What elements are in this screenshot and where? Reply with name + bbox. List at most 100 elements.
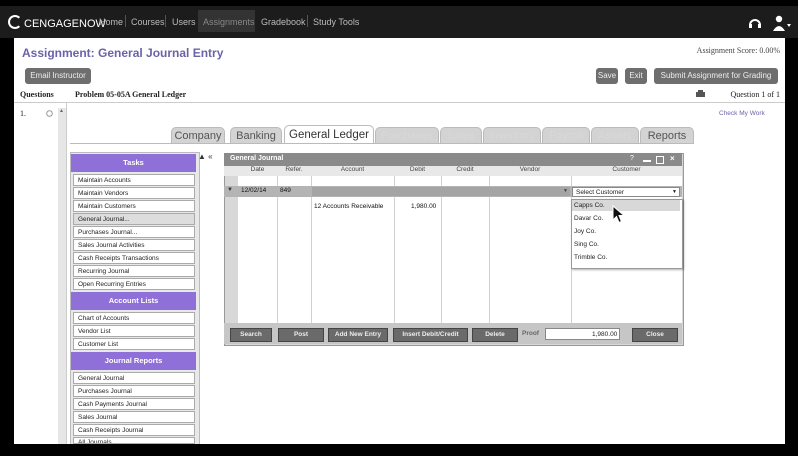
- row-account[interactable]: 12 Accounts Receivable: [314, 203, 383, 210]
- tab-inventory[interactable]: Inventory: [483, 127, 541, 144]
- tab-reports[interactable]: Reports: [640, 127, 694, 144]
- customer-option-trimble[interactable]: Trimble Co.: [574, 254, 607, 261]
- logo-text: CENGAGENOW: [24, 18, 106, 30]
- task-cash-receipts[interactable]: Cash Receipts Transactions: [73, 252, 195, 264]
- grid-line: [394, 176, 395, 323]
- task-general-journal[interactable]: General Journal...: [73, 213, 195, 225]
- task-open-recurring-entries[interactable]: Open Recurring Entries: [73, 278, 195, 290]
- nav-separator: [125, 15, 126, 27]
- account-lists-header: Account Lists: [71, 292, 196, 310]
- journal-title-bar: [224, 153, 682, 166]
- column-debit: Debit: [409, 166, 426, 173]
- chevron-down-icon: ▼: [672, 189, 677, 195]
- tab-company[interactable]: Company: [171, 127, 225, 144]
- add-new-entry-button[interactable]: Add New Entry: [328, 328, 388, 342]
- problem-title: Problem 05-05A General Ledger: [75, 90, 187, 99]
- task-maintain-customers[interactable]: Maintain Customers: [73, 200, 195, 212]
- vendor-dropdown-icon[interactable]: ▼: [563, 188, 568, 194]
- grid-line: [277, 176, 278, 323]
- post-button[interactable]: Post: [278, 328, 324, 342]
- check-my-work-link[interactable]: Check My Work: [719, 110, 765, 117]
- cengagenow-logo[interactable]: CENGAGENOW: [8, 15, 106, 30]
- tab-payroll[interactable]: Payroll: [542, 127, 590, 144]
- task-recurring-journal[interactable]: Recurring Journal: [73, 265, 195, 277]
- minimize-icon[interactable]: [643, 160, 651, 162]
- proof-label: Proof: [522, 330, 539, 337]
- grid-line: [311, 176, 312, 323]
- tab-purchases[interactable]: Purchases: [375, 127, 439, 144]
- bottom-border: [0, 444, 798, 456]
- tab-sales[interactable]: Sales: [440, 127, 482, 144]
- report-general-journal[interactable]: General Journal: [73, 372, 195, 384]
- task-maintain-vendors[interactable]: Maintain Vendors: [73, 187, 195, 199]
- row-date[interactable]: 12/02/14: [241, 187, 266, 194]
- report-purchases-journal[interactable]: Purchases Journal: [73, 385, 195, 397]
- email-instructor-button[interactable]: Email Instructor: [25, 68, 91, 84]
- question-counter: Question 1 of 1: [730, 90, 780, 99]
- nav-gradebook[interactable]: Gradebook: [261, 17, 306, 27]
- report-sales-journal[interactable]: Sales Journal: [73, 411, 195, 423]
- insert-debit-credit-button[interactable]: Insert Debit/Credit: [393, 328, 468, 342]
- question-list-scrollbar[interactable]: [58, 108, 66, 444]
- help-icon[interactable]: ?: [630, 155, 634, 162]
- column-vendor: Vendor: [519, 166, 541, 173]
- column-credit: Credit: [456, 166, 474, 173]
- nav-home[interactable]: Home: [99, 17, 123, 27]
- assignment-score: Assignment Score: 0.00%: [696, 46, 780, 55]
- search-button[interactable]: Search: [230, 328, 272, 342]
- grid-line: [489, 176, 490, 323]
- print-icon[interactable]: [696, 90, 705, 98]
- nav-assignments[interactable]: Assignments: [203, 17, 255, 27]
- list-customer-list[interactable]: Customer List: [73, 338, 195, 350]
- customer-select-value: Select Customer: [576, 189, 625, 196]
- question-number[interactable]: 1.: [20, 109, 26, 118]
- delete-button[interactable]: Delete: [472, 328, 518, 342]
- row-refer[interactable]: 849: [280, 187, 291, 194]
- questions-label: Questions: [20, 90, 54, 99]
- tab-divider: [70, 143, 693, 144]
- collapse-panel-icon[interactable]: ▲ «: [198, 152, 218, 164]
- row-account-input[interactable]: [312, 187, 570, 196]
- customer-option-sing[interactable]: Sing Co.: [574, 241, 599, 248]
- nav-courses[interactable]: Courses: [131, 17, 165, 27]
- row-debit[interactable]: 1,980.00: [411, 203, 436, 210]
- scroll-up-icon[interactable]: ▲: [59, 108, 65, 114]
- support-icon[interactable]: [748, 16, 762, 30]
- tab-general-ledger[interactable]: General Ledger: [284, 125, 374, 144]
- report-all-journals[interactable]: All Journals: [73, 437, 195, 444]
- column-refer: Refer.: [285, 166, 303, 173]
- save-button[interactable]: Save: [596, 68, 618, 84]
- submit-assignment-button[interactable]: Submit Assignment for Grading: [654, 68, 778, 84]
- customer-option-davar[interactable]: Davar Co.: [574, 215, 603, 222]
- journal-column-headers: Date Refer. Account Debit Credit Vendor …: [224, 166, 682, 176]
- maximize-icon[interactable]: [656, 156, 664, 164]
- task-sales-journal[interactable]: Sales Journal Activities: [73, 239, 195, 251]
- assignment-title: Assignment: General Journal Entry: [22, 46, 224, 60]
- question-status-icon: [46, 110, 53, 117]
- tasks-header: Tasks: [71, 154, 196, 172]
- report-cash-receipts-journal[interactable]: Cash Receipts Journal: [73, 424, 195, 436]
- task-maintain-accounts[interactable]: Maintain Accounts: [73, 174, 195, 186]
- nav-separator: [165, 15, 166, 27]
- column-account: Account: [340, 166, 365, 173]
- tab-banking[interactable]: Banking: [230, 127, 282, 144]
- report-cash-payments-journal[interactable]: Cash Payments Journal: [73, 398, 195, 410]
- task-purchases-journal[interactable]: Purchases Journal...: [73, 226, 195, 238]
- user-menu-icon[interactable]: [773, 15, 791, 31]
- row-expand-icon[interactable]: ▼: [227, 187, 233, 193]
- customer-option-joy[interactable]: Joy Co.: [574, 228, 596, 235]
- close-button[interactable]: Close: [632, 328, 678, 342]
- column-date: Date: [250, 166, 265, 173]
- journal-reports-header: Journal Reports: [71, 352, 196, 370]
- list-vendor-list[interactable]: Vendor List: [73, 325, 195, 337]
- customer-option-capps[interactable]: Capps Co.: [574, 202, 605, 209]
- close-window-icon[interactable]: ×: [670, 154, 675, 163]
- nav-study-tools[interactable]: Study Tools: [313, 17, 359, 27]
- list-chart-of-accounts[interactable]: Chart of Accounts: [73, 312, 195, 324]
- tab-assets[interactable]: Assets: [591, 127, 639, 144]
- nav-users[interactable]: Users: [172, 17, 196, 27]
- journal-title: General Journal: [230, 155, 284, 162]
- column-customer: Customer: [612, 166, 641, 173]
- proof-value: 1,980.00: [592, 331, 618, 338]
- exit-button[interactable]: Exit: [625, 68, 647, 84]
